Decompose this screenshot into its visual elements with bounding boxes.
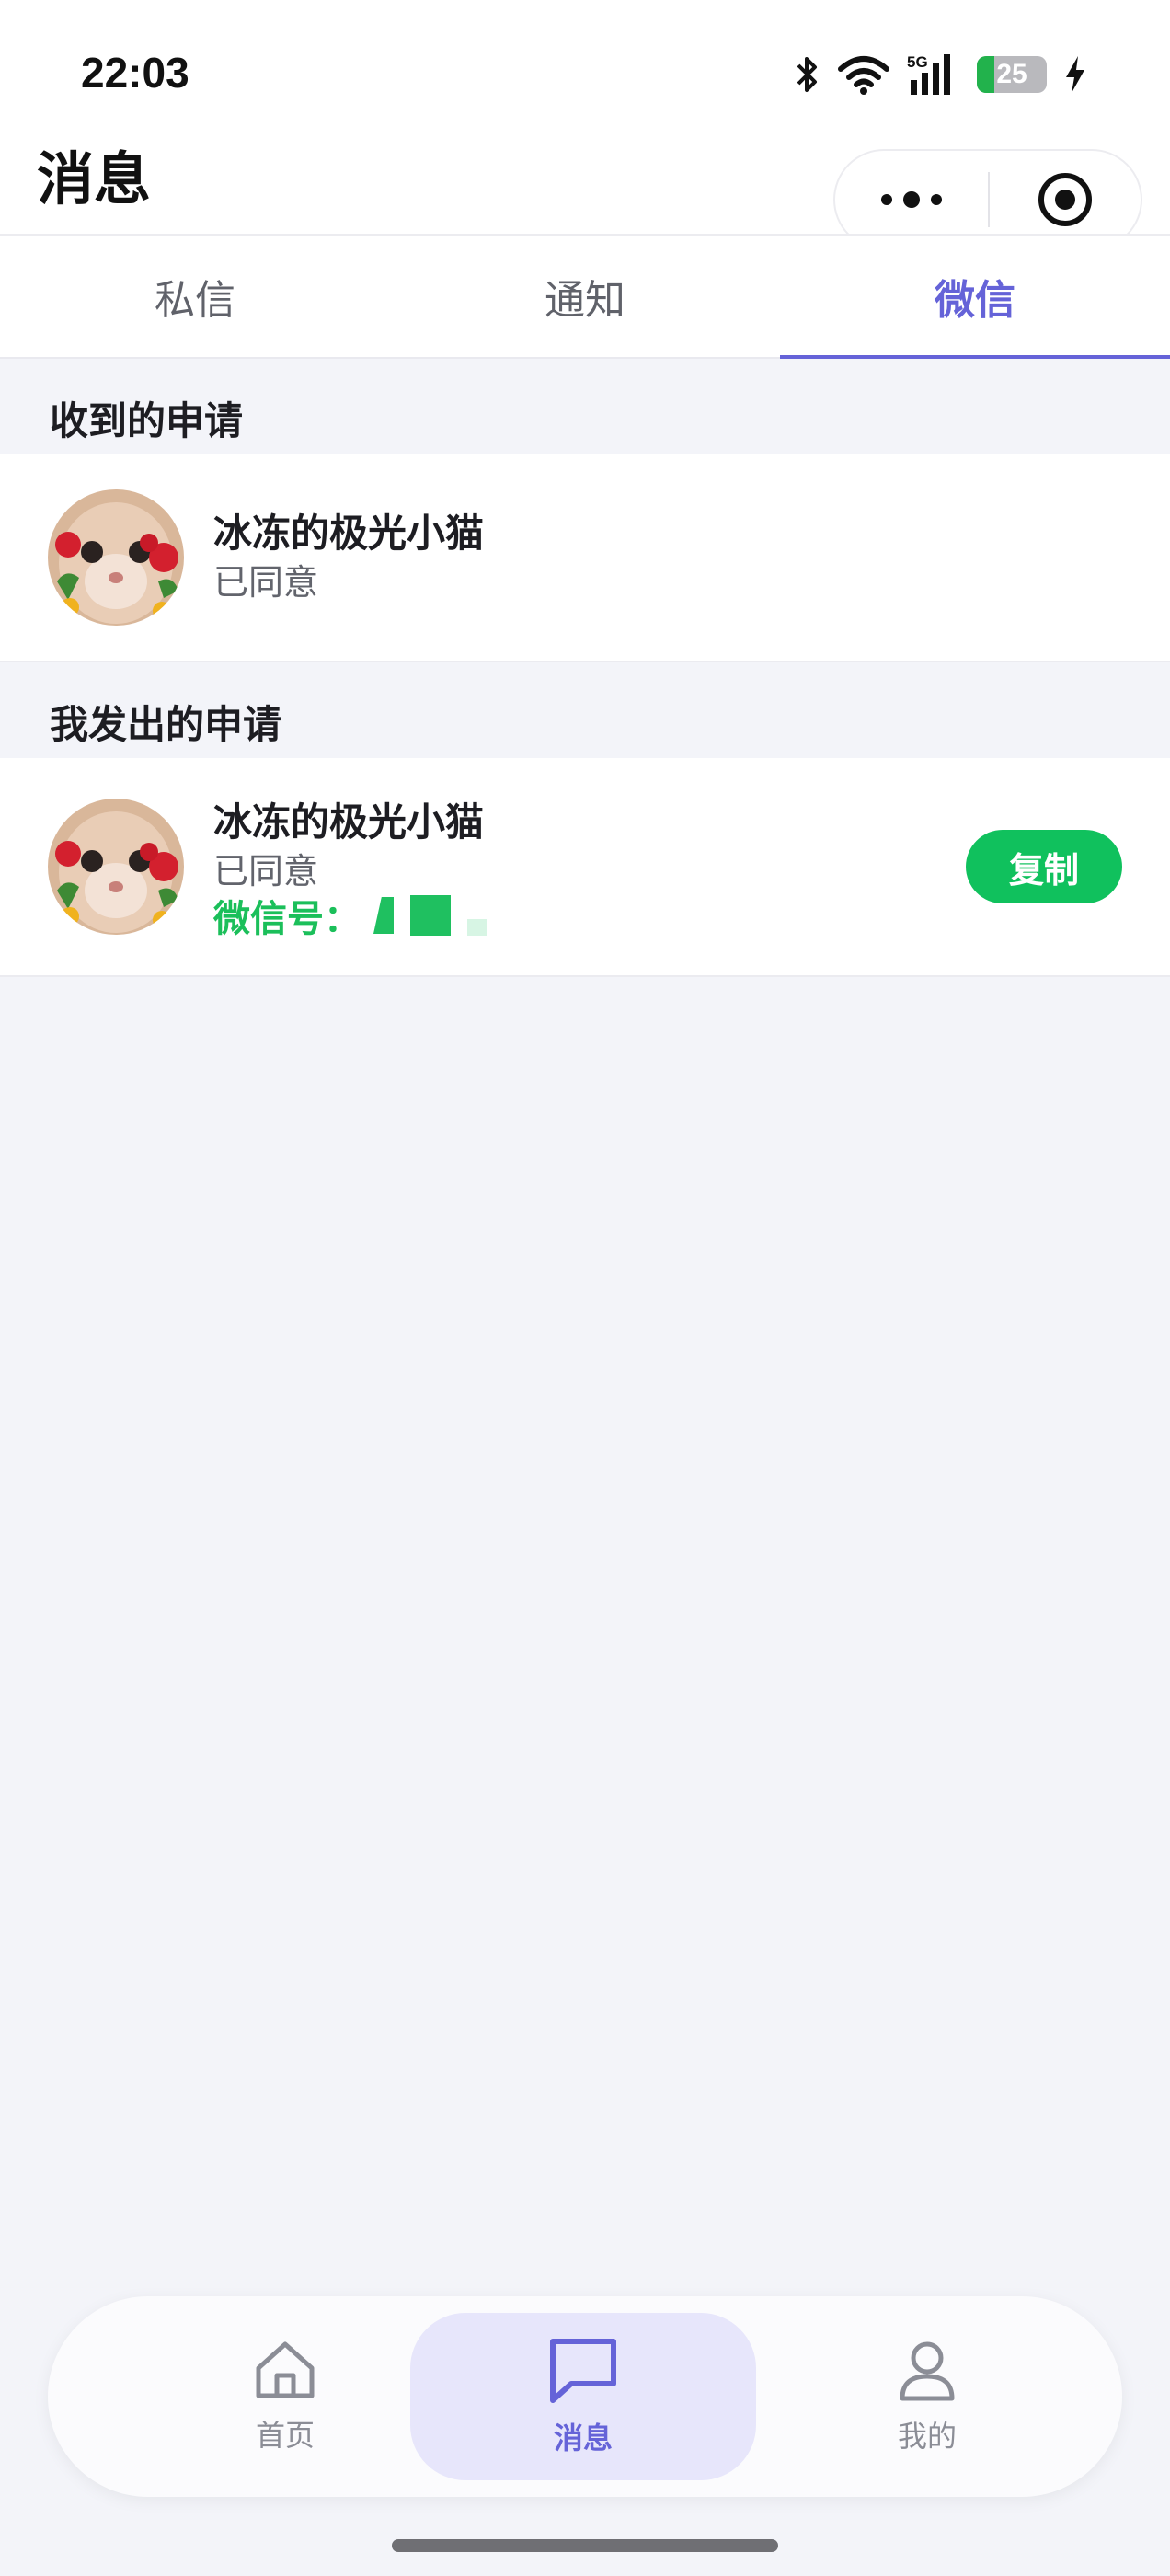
svg-text:5G: 5G	[907, 53, 928, 71]
avatar[interactable]	[48, 489, 184, 626]
signal-icon: 5G	[907, 52, 960, 97]
nav-item-profile[interactable]: 我的	[771, 2296, 1084, 2497]
wifi-icon	[837, 54, 890, 95]
page-title: 消息	[37, 145, 152, 213]
recipient-name: 冰冻的极光小猫	[213, 799, 485, 845]
received-section-title: 收到的申请	[50, 398, 244, 443]
battery-level: 25	[996, 59, 1027, 89]
home-indicator[interactable]	[392, 2539, 778, 2552]
bluetooth-icon	[795, 54, 820, 95]
tab-wechat[interactable]: 微信	[780, 236, 1170, 359]
status-icons: 5G 25	[795, 52, 1087, 98]
list-item[interactable]: 冰冻的极光小猫 已同意 微信号： 复制	[0, 758, 1170, 977]
tab-private-message[interactable]: 私信	[0, 236, 390, 357]
application-status: 已同意	[213, 562, 319, 603]
nav-label-profile: 我的	[897, 2419, 957, 2454]
wechat-id-masked	[373, 895, 488, 936]
charging-icon	[1063, 54, 1087, 95]
bottom-nav: 首页 消息 我的	[48, 2296, 1122, 2497]
more-icon	[881, 194, 892, 205]
applicant-name: 冰冻的极光小猫	[213, 511, 485, 556]
application-status: 已同意	[213, 851, 319, 891]
user-icon	[900, 2341, 955, 2401]
nav-item-home[interactable]: 首页	[129, 2296, 442, 2497]
chat-icon	[550, 2339, 616, 2403]
tab-notification[interactable]: 通知	[390, 236, 780, 357]
status-bar: 22:03 5G 25	[0, 0, 1170, 138]
wechat-id: 微信号：	[213, 889, 488, 942]
nav-label-messages: 消息	[553, 2421, 613, 2455]
sent-section-title: 我发出的申请	[50, 702, 282, 747]
copy-button[interactable]: 复制	[966, 830, 1122, 903]
wechat-id-label: 微信号：	[213, 898, 361, 940]
list-item[interactable]: 冰冻的极光小猫 已同意	[0, 454, 1170, 662]
status-time: 22:03	[81, 49, 189, 97]
nav-label-home: 首页	[255, 2418, 315, 2453]
battery-icon: 25	[977, 56, 1047, 93]
tab-bar: 私信 通知 微信	[0, 234, 1170, 359]
header: 消息	[0, 138, 1170, 250]
avatar[interactable]	[48, 799, 184, 935]
nav-item-messages[interactable]: 消息	[410, 2296, 756, 2497]
target-icon	[1038, 173, 1092, 226]
home-icon	[256, 2341, 315, 2398]
